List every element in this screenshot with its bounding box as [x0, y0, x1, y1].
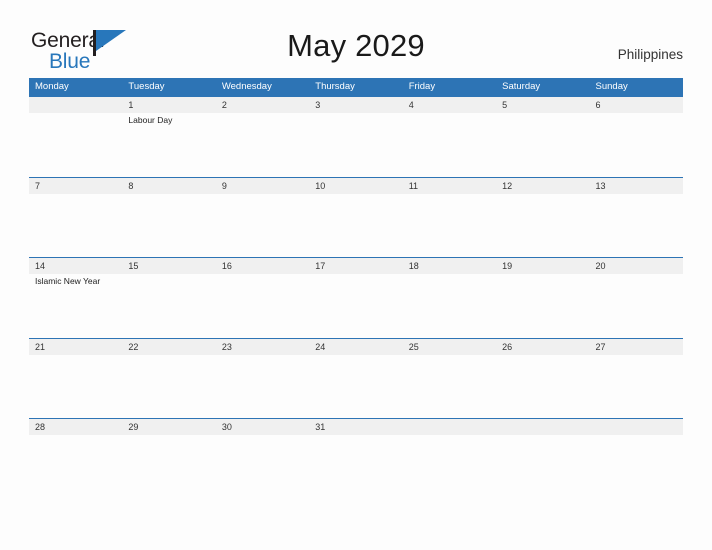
weekday-header-friday: Friday — [408, 81, 436, 92]
weekday-header-wednesday: Wednesday — [221, 81, 272, 92]
day-number[interactable]: 22 — [122, 339, 215, 355]
day-number[interactable]: 20 — [590, 258, 683, 274]
day-number[interactable]: 1 — [122, 97, 215, 113]
day-event — [216, 435, 309, 499]
day-event — [309, 435, 402, 499]
week-event-band: Islamic New Year — [29, 274, 683, 338]
day-number[interactable]: 12 — [496, 178, 589, 194]
day-event — [216, 113, 309, 177]
week-event-band — [29, 435, 683, 499]
day-event — [590, 194, 683, 258]
page-header: General Blue May 2029 Philippines — [0, 0, 712, 78]
day-event — [403, 355, 496, 419]
week-event-band: Labour Day — [29, 113, 683, 177]
day-number[interactable] — [29, 97, 122, 113]
week-daynumber-band: 14 15 16 17 18 19 20 — [29, 258, 683, 274]
day-number[interactable]: 29 — [122, 419, 215, 435]
day-event — [29, 194, 122, 258]
week-daynumber-band: 1 2 3 4 5 6 — [29, 97, 683, 113]
day-number[interactable]: 14 — [29, 258, 122, 274]
day-event — [309, 274, 402, 338]
week-event-band — [29, 354, 683, 419]
day-event — [309, 194, 402, 258]
day-event — [122, 355, 215, 419]
day-event — [496, 355, 589, 419]
day-event — [122, 274, 215, 338]
day-number[interactable]: 30 — [216, 419, 309, 435]
day-event — [403, 274, 496, 338]
day-event — [590, 113, 683, 177]
day-event — [403, 194, 496, 258]
day-number[interactable]: 25 — [403, 339, 496, 355]
day-number[interactable]: 28 — [29, 419, 122, 435]
day-event — [590, 435, 683, 499]
day-event — [29, 355, 122, 419]
day-number[interactable]: 24 — [309, 339, 402, 355]
day-number[interactable]: 8 — [122, 178, 215, 194]
day-event: Labour Day — [128, 115, 173, 125]
week-daynumber-band: 28 29 30 31 — [29, 419, 683, 435]
day-event: Islamic New Year — [35, 276, 101, 286]
day-number[interactable]: 17 — [309, 258, 402, 274]
day-number[interactable]: 13 — [590, 178, 683, 194]
day-number[interactable]: 2 — [216, 97, 309, 113]
day-event — [496, 435, 589, 499]
weekday-header-row: Monday Tuesday Wednesday Thursday Friday… — [29, 78, 683, 96]
day-event — [403, 435, 496, 499]
week-daynumber-band: 21 22 23 24 25 26 27 — [29, 338, 683, 355]
day-event — [590, 274, 683, 338]
day-number[interactable] — [403, 419, 496, 435]
day-event — [29, 113, 122, 177]
calendar-grid: Monday Tuesday Wednesday Thursday Friday… — [29, 78, 683, 499]
week-daynumber-band: 7 8 9 10 11 12 13 — [29, 177, 683, 194]
day-event — [216, 274, 309, 338]
day-event — [496, 274, 589, 338]
weekday-header-sunday: Sunday — [595, 81, 628, 92]
day-number[interactable]: 7 — [29, 178, 122, 194]
day-event — [216, 194, 309, 258]
day-number[interactable]: 10 — [309, 178, 402, 194]
day-number[interactable]: 15 — [122, 258, 215, 274]
weekday-header-thursday: Thursday — [315, 81, 355, 92]
day-number[interactable]: 31 — [309, 419, 402, 435]
day-number[interactable]: 21 — [29, 339, 122, 355]
day-event — [309, 113, 402, 177]
day-event — [29, 435, 122, 499]
day-event — [403, 113, 496, 177]
day-number[interactable] — [590, 419, 683, 435]
day-number[interactable]: 19 — [496, 258, 589, 274]
weekday-header-saturday: Saturday — [502, 81, 541, 92]
calendar-week-row: 14 15 16 17 18 19 20 Islamic New Year — [29, 257, 683, 338]
page-title: May 2029 — [287, 28, 425, 63]
day-number[interactable]: 9 — [216, 178, 309, 194]
day-number[interactable]: 5 — [496, 97, 589, 113]
day-number[interactable]: 16 — [216, 258, 309, 274]
day-number[interactable]: 4 — [403, 97, 496, 113]
weekday-header-monday: Monday — [35, 81, 69, 92]
day-number[interactable]: 11 — [403, 178, 496, 194]
day-number[interactable]: 27 — [590, 339, 683, 355]
day-event — [122, 194, 215, 258]
day-event — [496, 113, 589, 177]
day-number[interactable]: 18 — [403, 258, 496, 274]
weekday-header-tuesday: Tuesday — [128, 81, 165, 92]
calendar-week-row: 28 29 30 31 — [29, 418, 683, 499]
day-number[interactable]: 3 — [309, 97, 402, 113]
day-event — [122, 435, 215, 499]
day-event — [309, 355, 402, 419]
calendar-week-row: 1 2 3 4 5 6 Labour Day — [29, 96, 683, 177]
day-event — [216, 355, 309, 419]
day-number[interactable]: 6 — [590, 97, 683, 113]
calendar-region-label: Philippines — [617, 47, 683, 62]
calendar-week-row: 21 22 23 24 25 26 27 — [29, 337, 683, 419]
calendar-week-row: 7 8 9 10 11 12 13 — [29, 176, 683, 258]
day-number[interactable]: 26 — [496, 339, 589, 355]
day-number[interactable] — [496, 419, 589, 435]
day-event — [590, 355, 683, 419]
day-number[interactable]: 23 — [216, 339, 309, 355]
day-event — [496, 194, 589, 258]
week-event-band — [29, 193, 683, 258]
